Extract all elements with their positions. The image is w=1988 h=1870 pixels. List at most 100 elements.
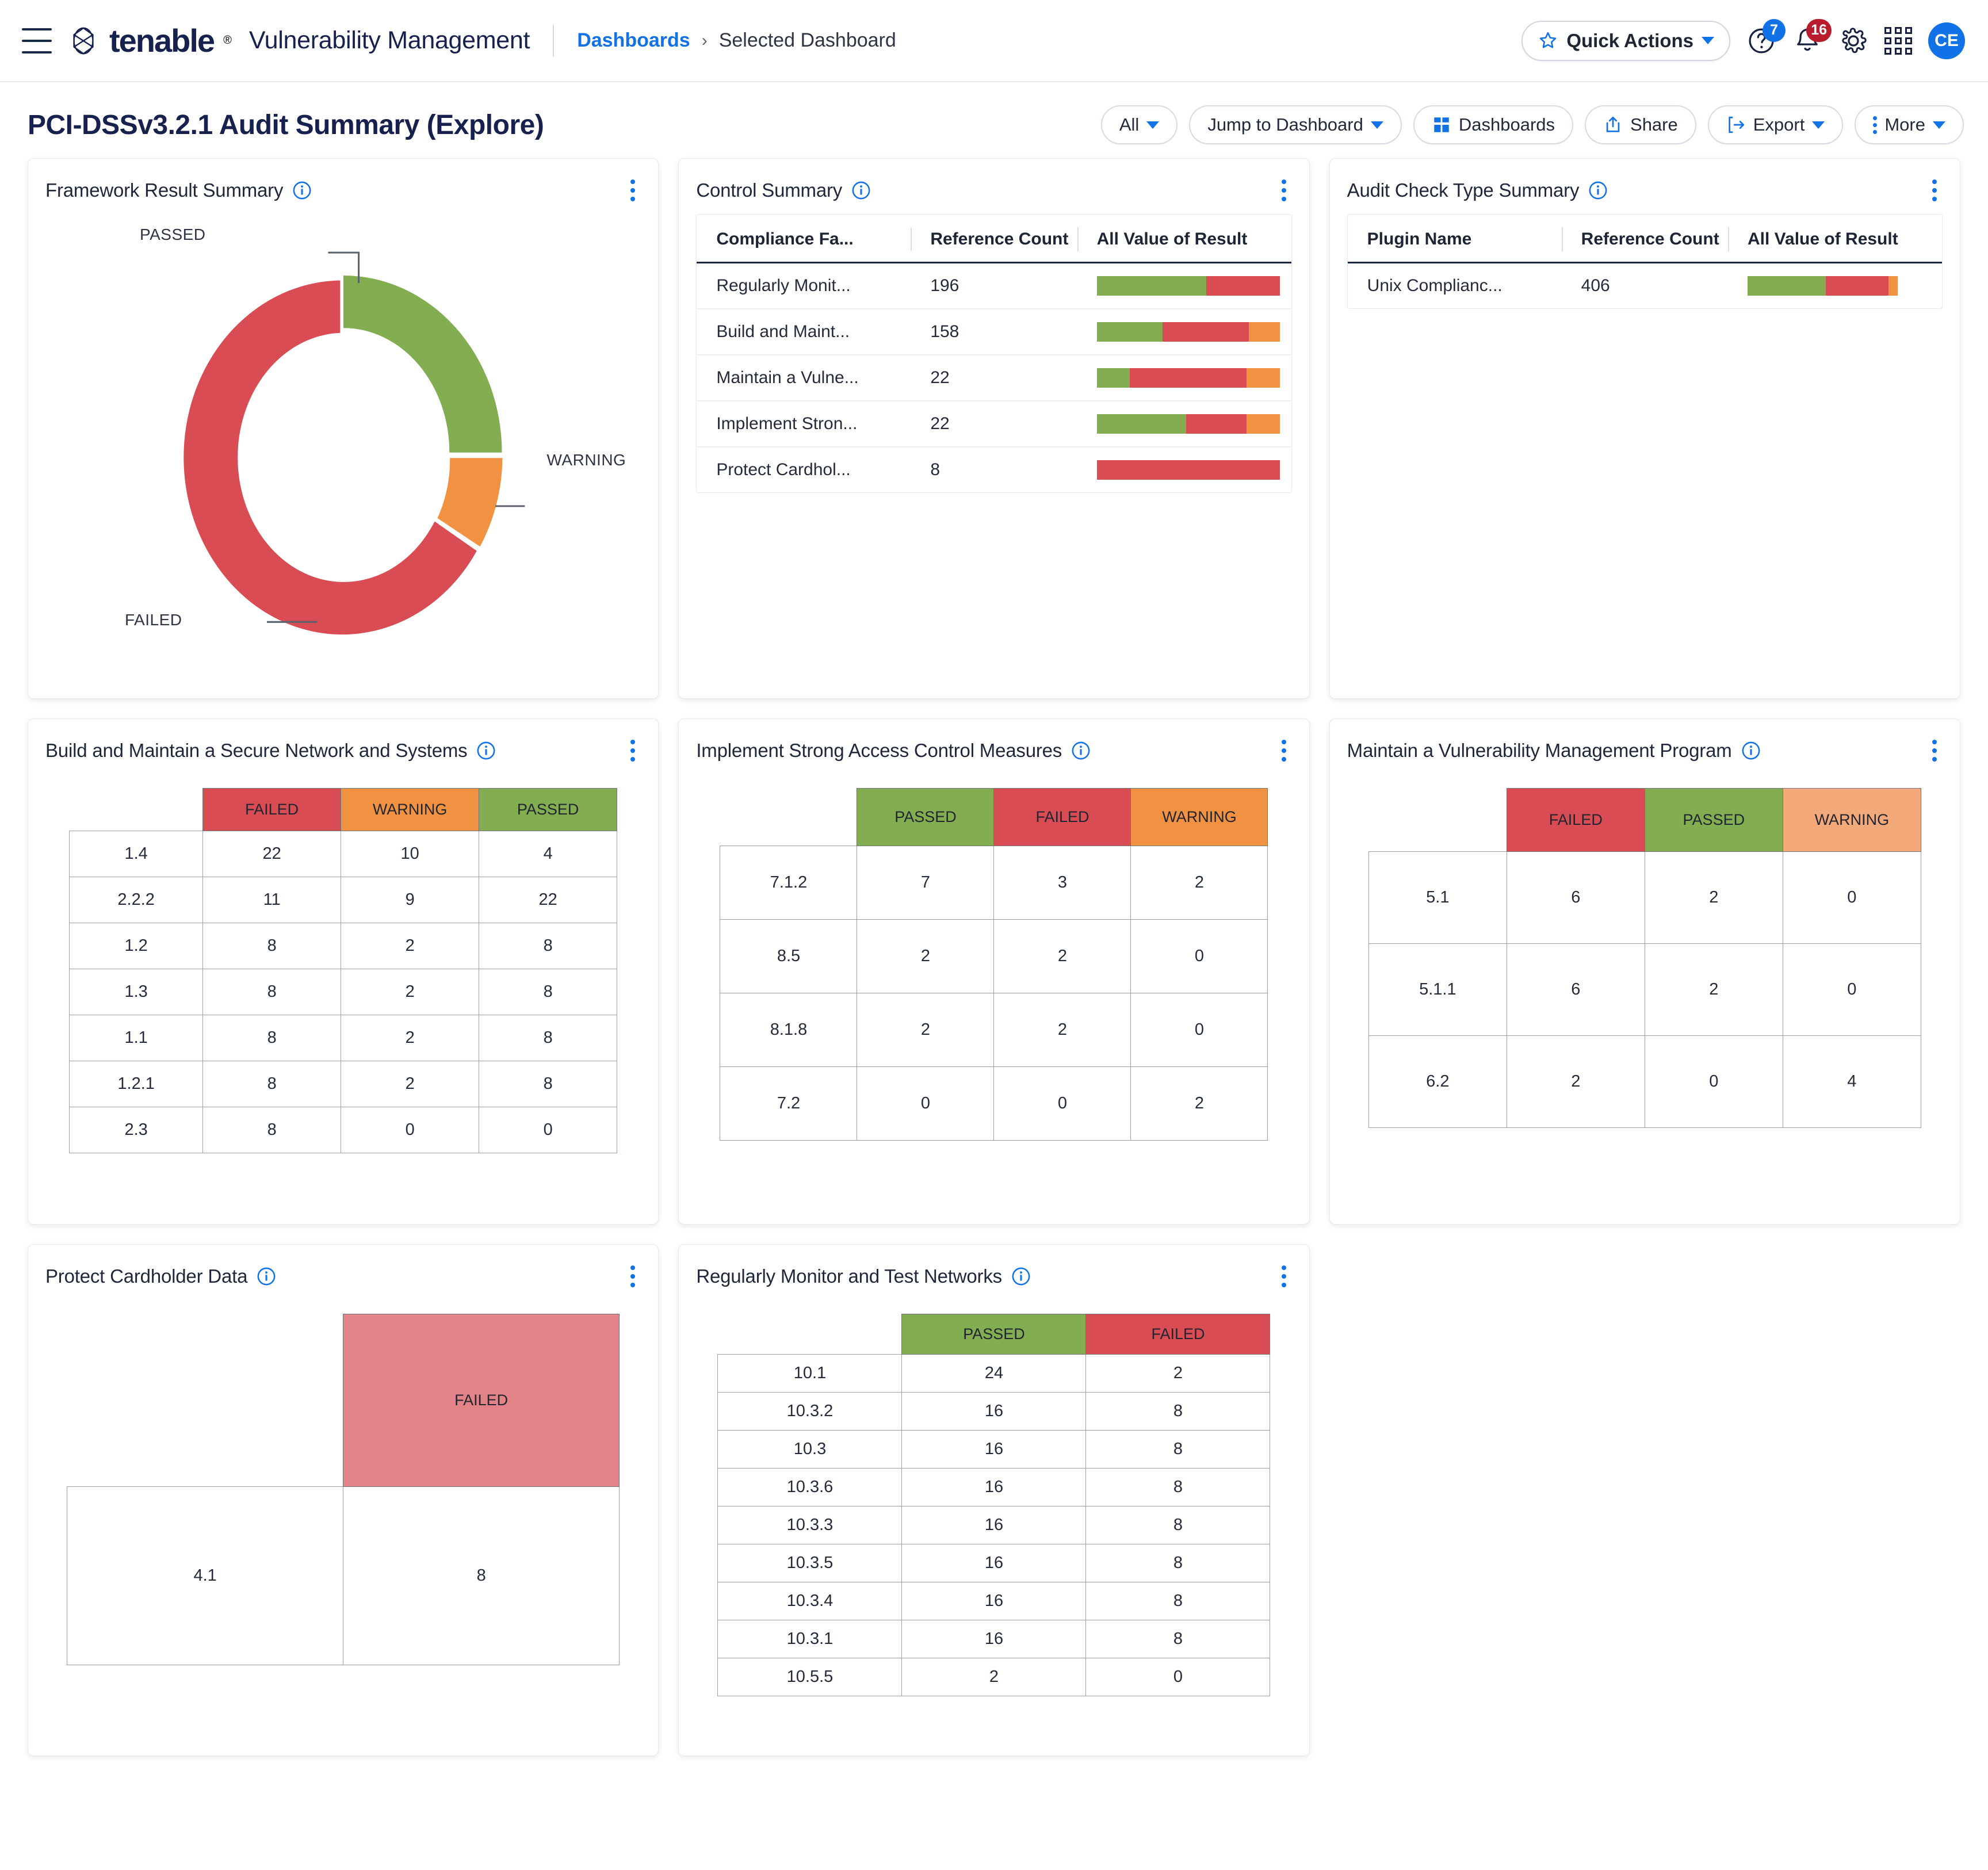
matrix-cell[interactable]: 4	[479, 831, 618, 877]
matrix-cell[interactable]: 2	[993, 993, 1131, 1067]
matrix-cell[interactable]: 2	[341, 1061, 480, 1107]
column-header-reference-count[interactable]: Reference Count	[1561, 227, 1728, 251]
matrix-cell[interactable]: 0	[479, 1107, 618, 1153]
app-switcher-button[interactable]	[1884, 26, 1912, 55]
matrix-cell[interactable]: 11	[202, 877, 342, 923]
matrix-row[interactable]: 1.2 8 2 8	[69, 923, 618, 969]
matrix-row[interactable]: 10.1 24 2	[717, 1354, 1271, 1393]
matrix-row[interactable]: 2.2.2 11 9 22	[69, 877, 618, 923]
share-button[interactable]: Share	[1585, 105, 1696, 144]
matrix-column-header[interactable]: WARNING	[341, 788, 480, 831]
matrix-cell[interactable]: 2	[341, 1015, 480, 1061]
matrix-cell[interactable]: 2	[1506, 1035, 1645, 1128]
matrix-cell[interactable]: 16	[901, 1392, 1087, 1431]
matrix-column-header[interactable]: PASSED	[901, 1314, 1087, 1355]
matrix-cell[interactable]: 2	[1644, 851, 1783, 944]
matrix-cell[interactable]: 8	[479, 969, 618, 1015]
matrix-cell[interactable]: 8	[479, 1015, 618, 1061]
matrix-cell[interactable]: 2	[1644, 943, 1783, 1036]
matrix-cell[interactable]: 6	[1506, 851, 1645, 944]
matrix-column-header[interactable]: PASSED	[857, 788, 995, 846]
matrix-column-header[interactable]: WARNING	[1130, 788, 1268, 846]
jump-to-dashboard-dropdown[interactable]: Jump to Dashboard	[1189, 105, 1402, 144]
matrix-cell[interactable]: 2	[857, 993, 995, 1067]
matrix-cell[interactable]: 2	[993, 919, 1131, 993]
matrix-cell[interactable]: 0	[1130, 919, 1268, 993]
table-row[interactable]: Protect Cardhol... 8	[697, 448, 1291, 492]
matrix-cell[interactable]: 0	[993, 1066, 1131, 1141]
matrix-row[interactable]: 1.1 8 2 8	[69, 1015, 618, 1061]
matrix-row[interactable]: 1.3 8 2 8	[69, 969, 618, 1015]
matrix-column-header[interactable]: FAILED	[1085, 1314, 1271, 1355]
panel-menu-button[interactable]	[1276, 736, 1292, 765]
matrix-cell[interactable]: 16	[901, 1544, 1087, 1582]
matrix-cell[interactable]: 10	[341, 831, 480, 877]
panel-menu-button[interactable]	[625, 1262, 641, 1291]
matrix-row[interactable]: 8.5 2 2 0	[720, 919, 1268, 993]
matrix-cell[interactable]: 2	[1130, 846, 1268, 920]
column-header-reference-count[interactable]: Reference Count	[911, 227, 1077, 251]
matrix-column-header[interactable]: FAILED	[1506, 788, 1645, 852]
matrix-cell[interactable]: 8	[202, 1061, 342, 1107]
matrix-cell[interactable]: 8	[202, 1107, 342, 1153]
notifications-button[interactable]: 16	[1792, 18, 1832, 56]
matrix-cell[interactable]: 8	[202, 1015, 342, 1061]
panel-menu-button[interactable]	[1926, 736, 1943, 765]
matrix-row[interactable]: 10.3.4 16 8	[717, 1582, 1271, 1620]
matrix-cell[interactable]: 8	[1085, 1468, 1271, 1506]
matrix-cell[interactable]: 0	[1085, 1658, 1271, 1696]
matrix-cell[interactable]: 2	[901, 1658, 1087, 1696]
matrix-cell[interactable]: 0	[1782, 851, 1921, 944]
matrix-row[interactable]: 10.3.5 16 8	[717, 1544, 1271, 1582]
matrix-cell[interactable]: 3	[993, 846, 1131, 920]
info-icon[interactable]	[476, 741, 496, 760]
matrix-row[interactable]: 10.3.6 16 8	[717, 1468, 1271, 1506]
matrix-column-header[interactable]: PASSED	[479, 788, 618, 831]
matrix-cell[interactable]: 6	[1506, 943, 1645, 1036]
matrix-row[interactable]: 1.4 22 10 4	[69, 831, 618, 877]
matrix-cell[interactable]: 0	[1130, 993, 1268, 1067]
table-row[interactable]: Maintain a Vulne... 22	[697, 355, 1291, 401]
dashboards-button[interactable]: Dashboards	[1413, 105, 1574, 144]
table-row[interactable]: Regularly Monit... 196	[697, 263, 1291, 309]
info-icon[interactable]	[851, 181, 871, 200]
matrix-cell[interactable]: 16	[901, 1430, 1087, 1469]
matrix-cell[interactable]: 0	[1644, 1035, 1783, 1128]
matrix-row[interactable]: 6.2 2 0 4	[1368, 1035, 1921, 1128]
panel-menu-button[interactable]	[625, 176, 641, 205]
matrix-row[interactable]: 10.3.1 16 8	[717, 1620, 1271, 1658]
panel-menu-button[interactable]	[625, 736, 641, 765]
matrix-cell[interactable]: 8	[479, 1061, 618, 1107]
matrix-cell[interactable]: 16	[901, 1582, 1087, 1620]
matrix-cell[interactable]: 9	[341, 877, 480, 923]
matrix-cell[interactable]: 2	[341, 923, 480, 969]
matrix-column-header[interactable]: PASSED	[1644, 788, 1783, 852]
matrix-row[interactable]: 10.5.5 2 0	[717, 1658, 1271, 1696]
column-header-plugin-name[interactable]: Plugin Name	[1348, 230, 1562, 249]
matrix-cell[interactable]: 2	[1130, 1066, 1268, 1141]
matrix-cell[interactable]: 8	[202, 969, 342, 1015]
matrix-row[interactable]: 8.1.8 2 2 0	[720, 993, 1268, 1067]
donut-slice-passed[interactable]	[343, 276, 502, 453]
matrix-column-header[interactable]: FAILED	[202, 788, 342, 831]
matrix-cell[interactable]: 2	[1085, 1354, 1271, 1393]
table-row[interactable]: Implement Stron... 22	[697, 401, 1291, 448]
matrix-cell[interactable]: 2	[857, 919, 995, 993]
matrix-cell[interactable]: 0	[1782, 943, 1921, 1036]
panel-menu-button[interactable]	[1276, 1262, 1292, 1291]
matrix-cell[interactable]: 24	[901, 1354, 1087, 1393]
info-icon[interactable]	[292, 181, 312, 200]
help-button[interactable]: 7	[1746, 18, 1786, 56]
hamburger-menu-icon[interactable]	[22, 28, 52, 53]
matrix-column-header[interactable]: WARNING	[1782, 788, 1921, 852]
matrix-cell[interactable]: 16	[901, 1468, 1087, 1506]
matrix-cell[interactable]: 22	[479, 877, 618, 923]
matrix-cell[interactable]: 8	[1085, 1392, 1271, 1431]
user-avatar[interactable]: CE	[1928, 22, 1965, 59]
panel-menu-button[interactable]	[1276, 176, 1292, 205]
breadcrumb-dashboards-link[interactable]: Dashboards	[577, 29, 690, 52]
filter-all-dropdown[interactable]: All	[1100, 105, 1178, 144]
matrix-cell[interactable]: 8	[1085, 1506, 1271, 1544]
table-row[interactable]: Build and Maint... 158	[697, 309, 1291, 355]
matrix-cell[interactable]: 8	[1085, 1430, 1271, 1469]
